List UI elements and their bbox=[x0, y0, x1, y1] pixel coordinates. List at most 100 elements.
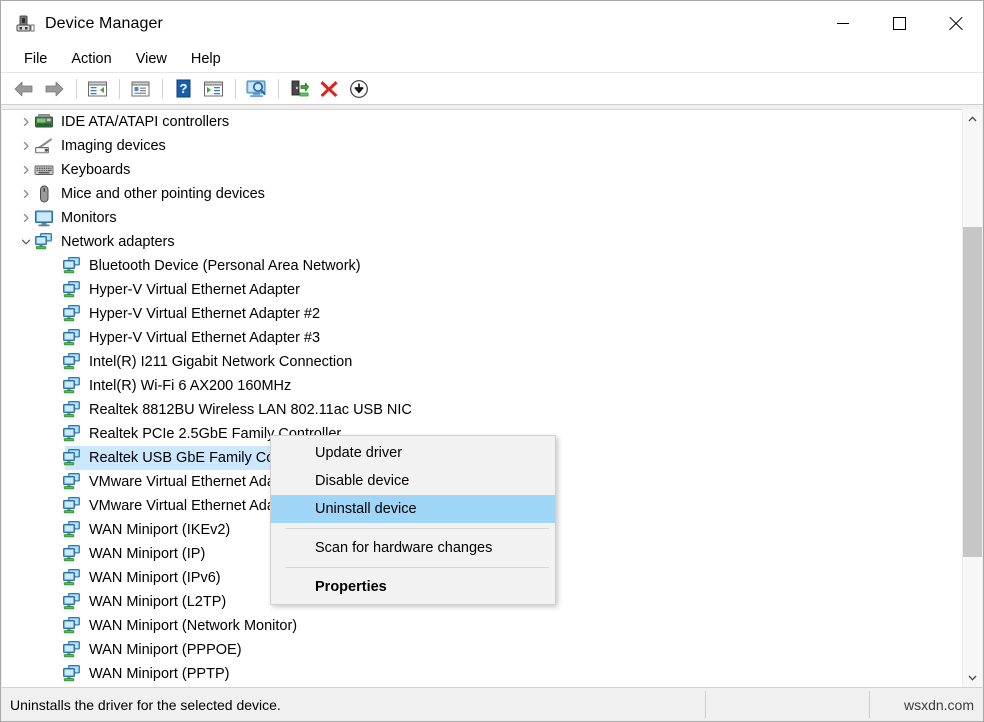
menu-help[interactable]: Help bbox=[181, 48, 231, 70]
network-adapter-icon bbox=[62, 352, 82, 372]
tree-expander-icon[interactable] bbox=[18, 158, 34, 182]
chevron-up-icon bbox=[968, 116, 977, 122]
tree-expander-icon[interactable] bbox=[46, 590, 62, 614]
context-menu-item[interactable]: Uninstall device bbox=[271, 495, 555, 523]
tree-expander-icon[interactable] bbox=[46, 542, 62, 566]
update-driver-icon bbox=[289, 79, 309, 99]
tree-expander-icon[interactable] bbox=[46, 422, 62, 446]
menu-view[interactable]: View bbox=[126, 48, 177, 70]
scrollbar-thumb[interactable] bbox=[963, 227, 982, 557]
network-adapter-icon bbox=[62, 304, 82, 324]
network-adapter-icon bbox=[62, 448, 82, 468]
tree-row-label: WAN Miniport (IPv6) bbox=[89, 566, 221, 590]
tree-row[interactable]: Bluetooth Device (Personal Area Network) bbox=[2, 254, 962, 278]
status-message: Uninstalls the driver for the selected d… bbox=[10, 697, 281, 713]
tree-expander-icon[interactable] bbox=[46, 350, 62, 374]
properties-button[interactable] bbox=[126, 76, 154, 102]
vertical-scrollbar[interactable] bbox=[962, 109, 982, 687]
network-adapter-icon bbox=[62, 520, 82, 540]
tree-row[interactable]: WAN Miniport (PPTP) bbox=[2, 662, 962, 686]
menu-action[interactable]: Action bbox=[61, 48, 121, 70]
forward-button[interactable] bbox=[40, 76, 68, 102]
status-message-cell: Uninstalls the driver for the selected d… bbox=[6, 691, 706, 718]
network-adapter-icon bbox=[62, 568, 82, 588]
tree-row[interactable]: Hyper-V Virtual Ethernet Adapter #3 bbox=[2, 326, 962, 350]
disable-device-button[interactable] bbox=[345, 76, 373, 102]
tree-row[interactable]: Keyboards bbox=[2, 158, 962, 182]
toolbar-separator bbox=[76, 79, 77, 99]
tree-expander-icon[interactable] bbox=[18, 134, 34, 158]
tree-expander-icon[interactable] bbox=[18, 110, 34, 134]
tree-row-label: Hyper-V Virtual Ethernet Adapter #2 bbox=[89, 302, 320, 326]
network-adapter-icon bbox=[62, 640, 82, 660]
tree-expander-icon[interactable] bbox=[46, 470, 62, 494]
toolbar-separator bbox=[162, 79, 163, 99]
device-manager-icon bbox=[13, 13, 35, 35]
tree-row[interactable]: Monitors bbox=[2, 206, 962, 230]
tree-row[interactable]: Intel(R) Wi-Fi 6 AX200 160MHz bbox=[2, 374, 962, 398]
network-adapter-icon bbox=[62, 424, 82, 444]
update-driver-button[interactable] bbox=[285, 76, 313, 102]
tree-row-label: WAN Miniport (Network Monitor) bbox=[89, 614, 297, 638]
tree-row-label: Hyper-V Virtual Ethernet Adapter #3 bbox=[89, 326, 320, 350]
title-bar: Device Manager bbox=[1, 1, 983, 46]
tree-expander-icon[interactable] bbox=[46, 278, 62, 302]
tree-expander-icon[interactable] bbox=[46, 446, 62, 470]
menu-file[interactable]: File bbox=[14, 48, 57, 70]
tree-row[interactable]: Hyper-V Virtual Ethernet Adapter bbox=[2, 278, 962, 302]
scroll-down-button[interactable] bbox=[963, 668, 982, 687]
tree-expander-icon[interactable] bbox=[46, 518, 62, 542]
keyboard-icon bbox=[34, 160, 54, 180]
tree-expander-icon[interactable] bbox=[46, 614, 62, 638]
close-button[interactable] bbox=[927, 1, 983, 46]
tree-expander-icon[interactable] bbox=[46, 398, 62, 422]
tree-expander-icon[interactable] bbox=[18, 230, 34, 254]
context-menu-item[interactable]: Scan for hardware changes bbox=[271, 534, 555, 562]
tree-expander-icon[interactable] bbox=[18, 206, 34, 230]
scan-for-hardware-changes-button[interactable] bbox=[242, 76, 270, 102]
tree-expander-icon[interactable] bbox=[46, 302, 62, 326]
minimize-button[interactable] bbox=[815, 1, 871, 46]
context-menu[interactable]: Update driverDisable deviceUninstall dev… bbox=[270, 435, 556, 605]
tree-expander-icon[interactable] bbox=[46, 494, 62, 518]
network-adapter-icon bbox=[62, 664, 82, 684]
scroll-up-button[interactable] bbox=[963, 109, 982, 128]
tree-row[interactable]: Hyper-V Virtual Ethernet Adapter #2 bbox=[2, 302, 962, 326]
help-button[interactable]: ? bbox=[169, 76, 197, 102]
tree-row[interactable]: Imaging devices bbox=[2, 134, 962, 158]
disable-device-icon bbox=[349, 79, 369, 99]
device-manager-window: Device Manager File Action View Help bbox=[0, 0, 984, 722]
context-menu-item[interactable]: Properties bbox=[271, 573, 555, 601]
tree-expander-icon[interactable] bbox=[46, 326, 62, 350]
maximize-button[interactable] bbox=[871, 1, 927, 46]
help-icon: ? bbox=[175, 79, 192, 98]
tree-row-label: Imaging devices bbox=[61, 134, 166, 158]
tree-expander-icon[interactable] bbox=[46, 638, 62, 662]
tree-row[interactable]: Mice and other pointing devices bbox=[2, 182, 962, 206]
status-secondary-cell bbox=[708, 691, 870, 718]
context-menu-item[interactable]: Disable device bbox=[271, 467, 555, 495]
close-icon bbox=[948, 16, 963, 31]
scrollbar-track[interactable] bbox=[963, 128, 982, 668]
tree-row[interactable]: Network adapters bbox=[2, 230, 962, 254]
show-hide-console-tree-icon bbox=[87, 80, 108, 98]
tree-expander-icon[interactable] bbox=[18, 182, 34, 206]
menu-bar: File Action View Help bbox=[1, 46, 983, 73]
tree-expander-icon[interactable] bbox=[46, 686, 62, 687]
show-hide-console-tree-button[interactable] bbox=[83, 76, 111, 102]
tree-expander-icon[interactable] bbox=[46, 374, 62, 398]
tree-row[interactable]: IDE ATA/ATAPI controllers bbox=[2, 110, 962, 134]
tree-row[interactable]: Intel(R) I211 Gigabit Network Connection bbox=[2, 350, 962, 374]
tree-row-label: WAN Miniport (PPTP) bbox=[89, 662, 229, 686]
show-hide-action-pane-button[interactable] bbox=[199, 76, 227, 102]
uninstall-device-button[interactable] bbox=[315, 76, 343, 102]
tree-row[interactable]: Realtek 8812BU Wireless LAN 802.11ac USB… bbox=[2, 398, 962, 422]
tree-expander-icon[interactable] bbox=[46, 662, 62, 686]
context-menu-item[interactable]: Update driver bbox=[271, 439, 555, 467]
tree-row-label: WAN Miniport (L2TP) bbox=[89, 590, 226, 614]
tree-row[interactable]: WAN Miniport (PPPOE) bbox=[2, 638, 962, 662]
back-button[interactable] bbox=[10, 76, 38, 102]
tree-expander-icon[interactable] bbox=[46, 254, 62, 278]
tree-row[interactable]: WAN Miniport (Network Monitor) bbox=[2, 614, 962, 638]
tree-expander-icon[interactable] bbox=[46, 566, 62, 590]
